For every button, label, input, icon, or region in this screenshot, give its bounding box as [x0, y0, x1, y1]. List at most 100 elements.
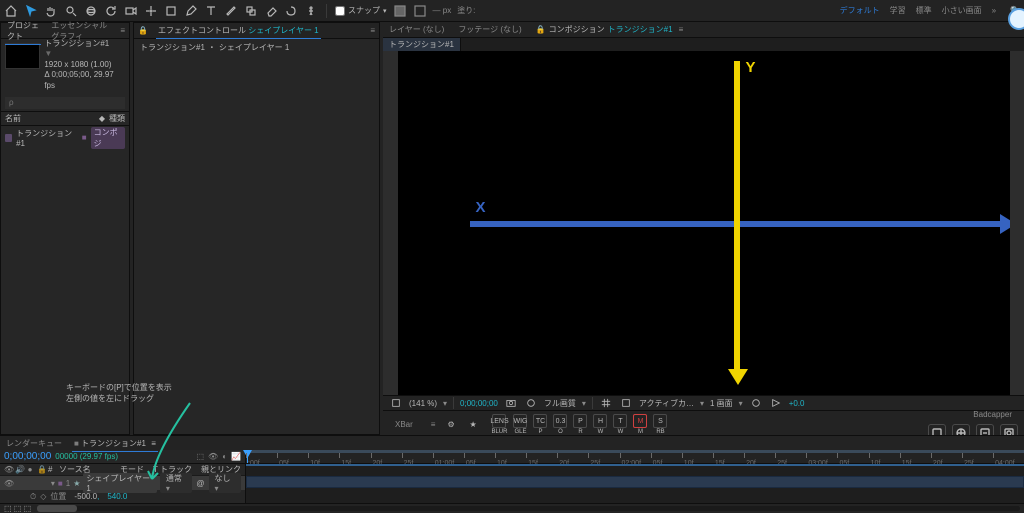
quick-action[interactable]: WIGGLE — [513, 414, 527, 435]
grid-icon[interactable] — [599, 396, 613, 410]
tab-project[interactable]: プロジェクト — [1, 18, 45, 44]
quick-action[interactable]: PR — [573, 414, 587, 435]
tab-effect-controls[interactable]: エフェクトコントロール シェイプレイヤー 1 — [152, 23, 325, 38]
zoom-tool-icon[interactable] — [64, 4, 78, 18]
col-type[interactable]: 種類 — [109, 113, 125, 124]
workspace-default[interactable]: デフォルト — [840, 5, 880, 16]
mag-icon[interactable] — [389, 396, 403, 410]
exposure-icon[interactable] — [749, 396, 763, 410]
hand-tool-icon[interactable] — [44, 4, 58, 18]
quick-action[interactable]: HW — [593, 414, 607, 435]
workspace-more-icon[interactable]: » — [992, 6, 996, 15]
close-icon[interactable]: ≡ — [151, 439, 156, 448]
camera-tool-icon[interactable] — [124, 4, 138, 18]
snap-checkbox[interactable] — [335, 6, 345, 16]
close-icon[interactable]: ≡ — [679, 25, 684, 34]
tab-comp-viewer[interactable]: 🔒 コンポジション トランジション#1 ≡ — [530, 22, 690, 37]
gear-icon[interactable]: ⚙ — [447, 420, 461, 429]
brush-tool-icon[interactable] — [224, 4, 238, 18]
parent-dropdown[interactable]: なし ▾ — [209, 473, 241, 493]
timeline-tracks[interactable] — [246, 464, 1024, 503]
snapshot-icon[interactable] — [504, 396, 518, 410]
lock-icon[interactable]: 🔒 — [134, 26, 152, 35]
col-label-icon[interactable]: ◆ — [99, 114, 105, 123]
work-area-bar[interactable] — [246, 450, 1024, 453]
tab-timeline-comp[interactable]: ■ トランジション#1 ≡ — [68, 436, 162, 451]
stroke-swatch[interactable] — [413, 4, 427, 18]
workspace-small[interactable]: 小さい画面 — [942, 5, 982, 16]
preview-cache-bar — [246, 464, 1024, 466]
views-dropdown[interactable]: 1 画面 — [710, 398, 733, 409]
badcapper-tab[interactable]: Badcapper — [967, 408, 1018, 421]
quick-action[interactable]: TW — [613, 414, 627, 435]
chevron-down-icon[interactable]: ▾ — [383, 7, 387, 15]
keyframe-nav-icon[interactable]: ◇ — [40, 492, 46, 501]
quick-action[interactable]: 0.3O — [553, 414, 567, 435]
guides-icon[interactable] — [619, 396, 633, 410]
graph-editor-icon[interactable]: 📈 — [231, 452, 241, 461]
comp-mini-tab[interactable]: トランジション#1 — [383, 38, 461, 51]
twirl-icon[interactable]: ▾ — [51, 479, 55, 488]
anchor-tool-icon[interactable] — [144, 4, 158, 18]
project-row[interactable]: トランジション#1 ■ コンポジ — [1, 126, 129, 150]
camera-dropdown[interactable]: アクティブカ… — [639, 398, 694, 409]
motion-blur-icon[interactable]: ◐ — [222, 452, 227, 461]
position-x-value[interactable]: -500.0, — [74, 492, 99, 501]
fill-swatch[interactable] — [393, 4, 407, 18]
project-row-type: コンポジ — [91, 127, 125, 149]
panel-menu-icon[interactable]: ≡ — [366, 26, 379, 35]
pen-tool-icon[interactable] — [184, 4, 198, 18]
project-meta-dur: Δ 0;00;05;00, 29.97 fps — [44, 70, 125, 91]
quick-action[interactable]: LENSBLUR — [491, 414, 507, 435]
clone-tool-icon[interactable] — [244, 4, 258, 18]
shape-layer-icon: ★ — [73, 479, 80, 488]
tab-render-queue[interactable]: レンダーキュー — [0, 436, 68, 451]
project-meta: トランジション#1 ▼ 1920 x 1080 (1.00) Δ 0;00;05… — [44, 39, 129, 95]
tab-essential-graphics[interactable]: エッセンシャルグラフィ — [45, 18, 116, 44]
rect-tool-icon[interactable] — [164, 4, 178, 18]
text-tool-icon[interactable] — [204, 4, 218, 18]
help-avatar-icon[interactable] — [1008, 8, 1024, 30]
workspace-standard[interactable]: 標準 — [916, 5, 932, 16]
timeline-zoom-slider[interactable] — [37, 506, 1020, 511]
video-toggle-icon[interactable]: 👁 — [4, 479, 13, 488]
position-y-value[interactable]: 540.0 — [107, 492, 127, 501]
time-ruler[interactable]: :00f05f10f15f20f25f01:00f05f10f15f20f25f… — [246, 450, 1024, 463]
tab-footage-viewer[interactable]: フッテージ (なし) — [452, 22, 527, 37]
project-search-input[interactable] — [5, 97, 125, 109]
panel-menu-icon[interactable]: ≡ — [116, 26, 129, 35]
puppet-tool-icon[interactable] — [304, 4, 318, 18]
xbar-tab[interactable]: XBar — [389, 418, 419, 431]
workspace-learn[interactable]: 学習 — [890, 5, 906, 16]
col-name[interactable]: 名前 — [5, 113, 21, 124]
home-icon[interactable] — [4, 4, 18, 18]
annotation-arrow — [180, 403, 182, 475]
orbit-tool-icon[interactable] — [84, 4, 98, 18]
resolution-dropdown[interactable]: フル画質 — [544, 398, 576, 409]
rotate-tool-icon[interactable] — [104, 4, 118, 18]
selection-tool-icon[interactable] — [24, 4, 38, 18]
zoom-ratio[interactable]: (141 %) — [409, 399, 437, 408]
quick-action[interactable]: TCP — [533, 414, 547, 435]
composition-viewport[interactable]: X Y — [398, 51, 1010, 395]
layer-name[interactable]: シェイプレイヤー 1 — [83, 473, 157, 493]
stopwatch-icon[interactable]: ⏱ — [30, 492, 36, 502]
layer-bar[interactable] — [246, 476, 1024, 488]
panel-menu-icon[interactable]: ≡ — [427, 420, 440, 429]
star-icon[interactable]: ★ — [469, 420, 483, 429]
roto-tool-icon[interactable] — [284, 4, 298, 18]
eraser-tool-icon[interactable] — [264, 4, 278, 18]
channel-icon[interactable] — [524, 396, 538, 410]
tab-layer-viewer[interactable]: レイヤー (なし) — [383, 22, 450, 37]
timeline-timecode[interactable]: 0;00;00;00 — [4, 451, 51, 462]
quick-action[interactable]: SRB — [653, 414, 667, 435]
exposure-value[interactable]: +0.0 — [789, 399, 805, 408]
fast-preview-icon[interactable] — [769, 396, 783, 410]
viewer-timecode[interactable]: 0;00;00;00 — [460, 399, 498, 408]
quick-action[interactable]: MM — [633, 414, 647, 435]
toggle-switches-icon[interactable]: ⬚ ⬚ ⬚ — [4, 504, 31, 513]
annotation-text: キーボードの[P]で位置を表示 左側の値を左にドラッグ — [66, 383, 172, 405]
snap-label: スナップ — [348, 5, 380, 16]
layer-index: 1 — [66, 479, 70, 488]
stroke-width[interactable]: — px — [433, 6, 452, 15]
